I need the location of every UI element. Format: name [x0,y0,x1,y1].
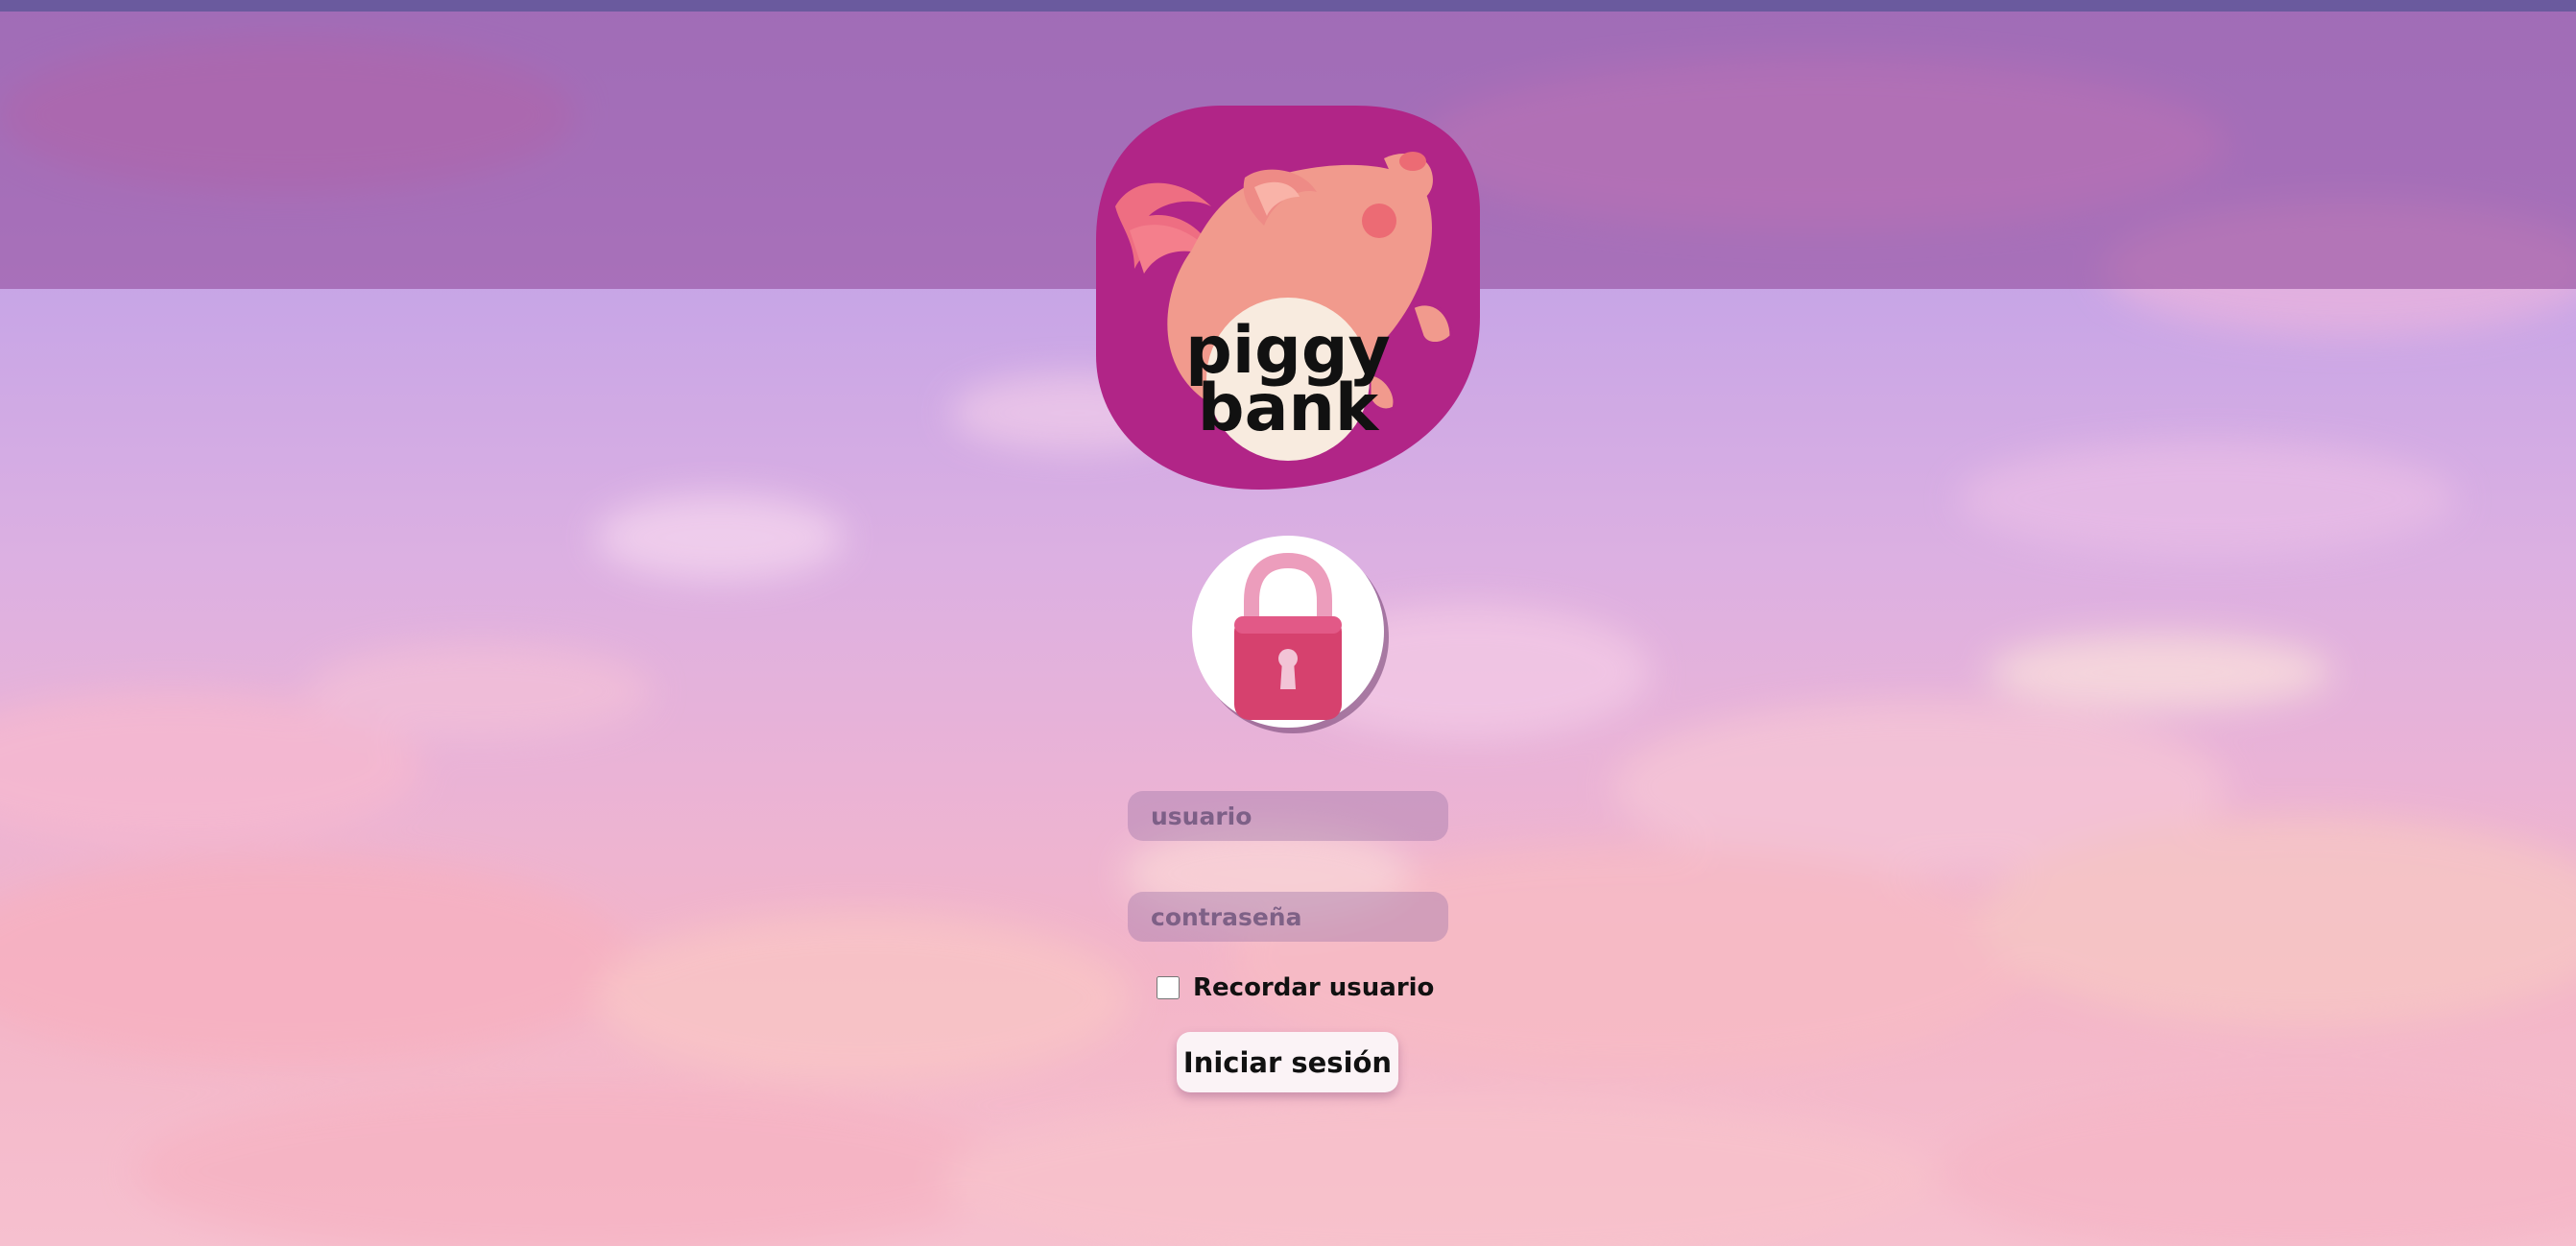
remember-user-label: Recordar usuario [1193,973,1435,1002]
remember-user-row[interactable]: Recordar usuario [1157,971,1434,1004]
login-button[interactable]: Iniciar sesión [1177,1032,1398,1092]
logo-text-line2: bank [1198,371,1380,446]
remember-user-checkbox[interactable] [1157,976,1180,999]
lock-avatar [1192,536,1384,728]
login-page: piggy bank Recordar usuario Iniciar sesi… [0,0,2576,1246]
username-input[interactable] [1128,791,1448,841]
top-stripe [0,0,2576,12]
piggy-bank-logo: piggy bank [1096,106,1480,490]
padlock-icon [1234,552,1342,720]
password-input[interactable] [1128,892,1448,942]
